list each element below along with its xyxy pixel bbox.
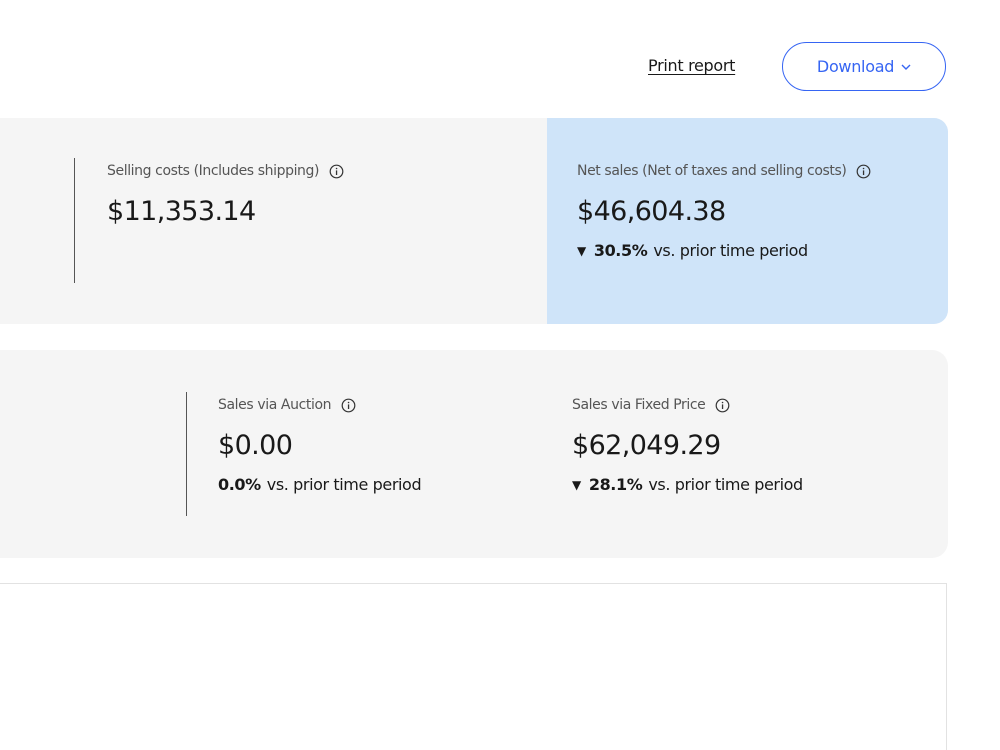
selling-costs-label: Selling costs (Includes shipping) [107, 163, 320, 179]
fixed-price-sales-change: ▼ 28.1% vs. prior time period [572, 474, 803, 496]
info-icon[interactable] [856, 164, 871, 179]
chevron-down-icon [901, 64, 911, 70]
print-report-link[interactable]: Print report [648, 56, 735, 75]
fixed-price-sales-metric: Sales via Fixed Price $62,049.29 ▼ 28.1%… [572, 396, 803, 496]
arrow-down-icon: ▼ [572, 478, 581, 492]
arrow-down-icon: ▼ [577, 244, 586, 258]
sales-report-page: Print report Download Selling costs (Inc… [0, 0, 1000, 750]
net-sales-change-pct: 30.5% [593, 241, 648, 260]
channels-panel: Sales via Auction $0.00 0.0% vs. prior t… [0, 350, 948, 558]
auction-sales-change-pct: 0.0% [218, 475, 261, 494]
auction-sales-value: $0.00 [218, 430, 293, 461]
net-sales-card: Net sales (Net of taxes and selling cost… [547, 118, 948, 324]
download-button[interactable]: Download [782, 42, 946, 91]
divider [186, 392, 187, 516]
fixed-price-sales-change-suffix: vs. prior time period [648, 475, 803, 494]
download-button-label: Download [816, 57, 895, 76]
auction-sales-label: Sales via Auction [218, 397, 332, 413]
info-icon[interactable] [341, 398, 356, 413]
auction-sales-change-suffix: vs. prior time period [266, 475, 422, 494]
net-sales-metric: Net sales (Net of taxes and selling cost… [577, 162, 871, 262]
selling-costs-metric: Selling costs (Includes shipping) $11,35… [107, 162, 344, 230]
fixed-price-sales-change-pct: 28.1% [588, 475, 643, 494]
fixed-price-sales-label: Sales via Fixed Price [572, 397, 706, 413]
info-icon[interactable] [715, 398, 730, 413]
selling-costs-value: $11,353.14 [107, 196, 256, 227]
net-sales-change-suffix: vs. prior time period [653, 241, 808, 260]
auction-sales-change: 0.0% vs. prior time period [218, 474, 422, 496]
net-sales-label: Net sales (Net of taxes and selling cost… [577, 163, 847, 179]
chart-panel [0, 583, 947, 750]
divider [74, 158, 75, 283]
auction-sales-metric: Sales via Auction $0.00 0.0% vs. prior t… [218, 396, 422, 496]
summary-panel: Selling costs (Includes shipping) $11,35… [0, 118, 948, 324]
net-sales-change: ▼ 30.5% vs. prior time period [577, 240, 871, 262]
net-sales-value: $46,604.38 [577, 196, 726, 227]
fixed-price-sales-value: $62,049.29 [572, 430, 721, 461]
info-icon[interactable] [329, 164, 344, 179]
